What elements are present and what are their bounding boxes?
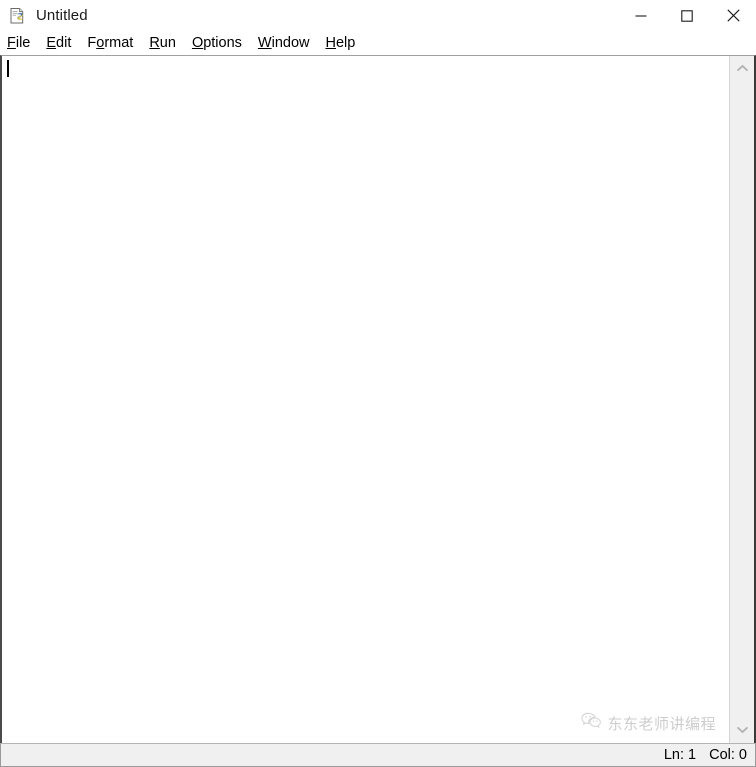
status-column-indicator: Col: 0 <box>709 746 747 763</box>
watermark-text: 东东老师讲编程 <box>607 714 716 733</box>
scroll-down-button[interactable] <box>730 723 754 737</box>
window-title: Untitled <box>36 7 88 24</box>
menu-bar: File Edit Format Run Options Window Help <box>0 31 756 55</box>
title-bar[interactable]: Untitled <box>0 0 756 31</box>
menu-item-options[interactable]: Options <box>192 36 251 51</box>
minimize-button[interactable] <box>618 0 664 31</box>
text-caret <box>7 60 9 77</box>
maximize-button[interactable] <box>664 0 710 31</box>
menu-item-run[interactable]: Run <box>149 36 185 51</box>
text-editor[interactable]: 东东老师讲编程 <box>2 56 730 743</box>
watermark: 东东老师讲编程 <box>581 712 716 734</box>
idle-editor-window: Untitled File Edit Format Run Options Wi… <box>0 0 756 767</box>
scrollbar-track[interactable] <box>730 76 754 723</box>
minimize-icon <box>635 10 647 22</box>
menu-item-format[interactable]: Format <box>87 36 142 51</box>
vertical-scrollbar[interactable] <box>730 56 754 743</box>
status-bar: Ln: 1 Col: 0 <box>0 743 756 767</box>
menu-item-window[interactable]: Window <box>258 36 319 51</box>
status-line-indicator: Ln: 1 <box>663 746 697 763</box>
menu-item-file[interactable]: File <box>7 36 39 51</box>
maximize-icon <box>681 9 693 22</box>
close-button[interactable] <box>710 0 756 31</box>
wechat-icon <box>581 712 602 734</box>
python-idle-file-icon <box>9 7 27 25</box>
close-icon <box>726 9 740 22</box>
editor-area: 东东老师讲编程 <box>0 55 756 743</box>
chevron-down-icon <box>736 721 749 739</box>
scroll-up-button[interactable] <box>730 62 754 76</box>
window-controls <box>618 0 756 31</box>
menu-item-help[interactable]: Help <box>326 36 365 51</box>
menu-item-edit[interactable]: Edit <box>46 36 80 51</box>
